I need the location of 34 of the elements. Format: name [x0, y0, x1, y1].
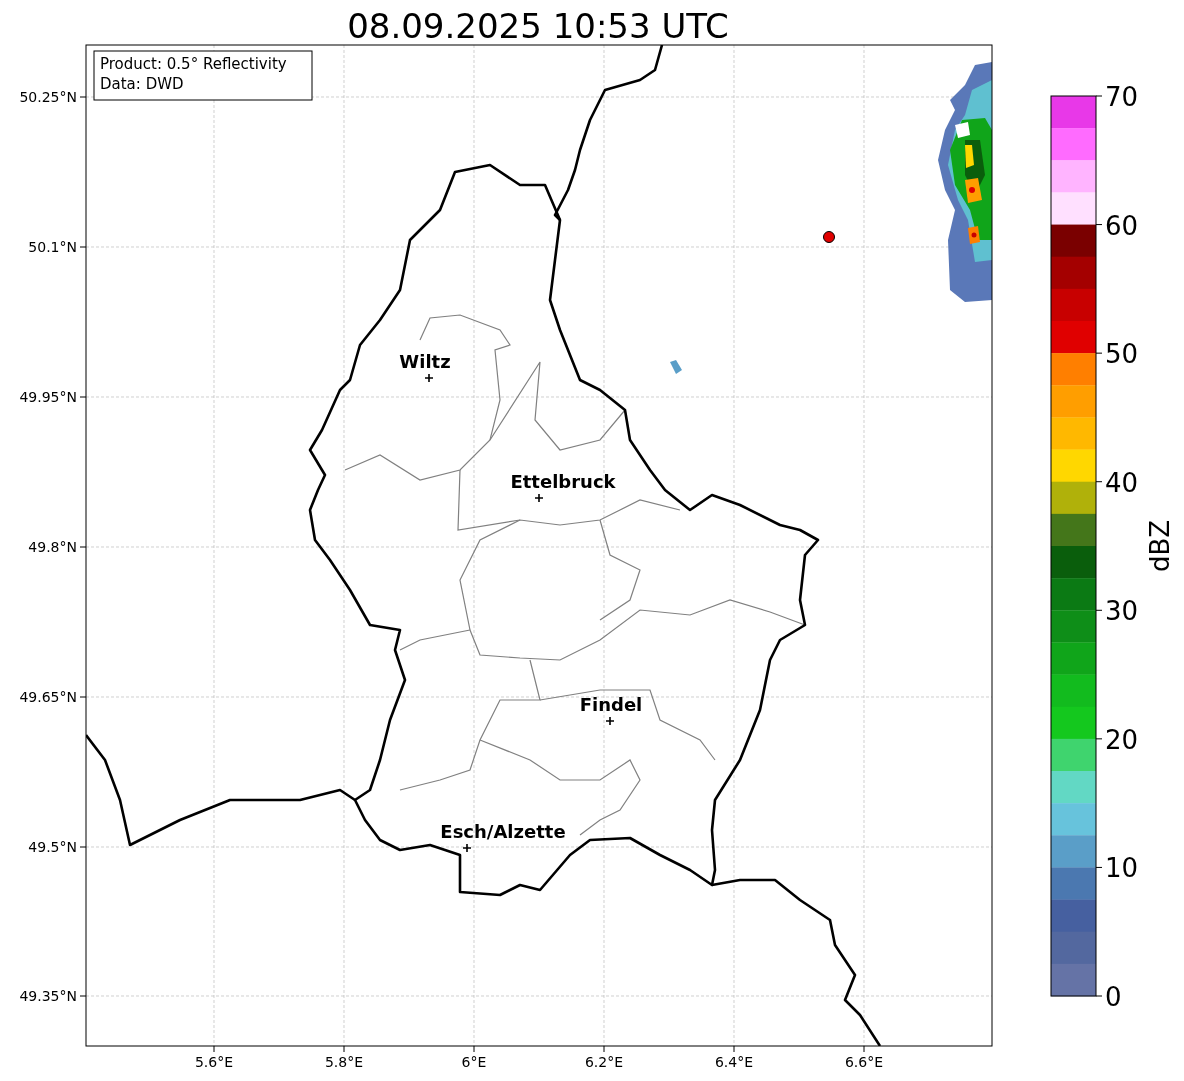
color-bar-tick-label: 60 [1105, 210, 1139, 241]
city-marker [424, 373, 434, 383]
latitude-label: 49.65°N [19, 689, 77, 705]
color-bar-tick-label: 20 [1105, 724, 1139, 755]
longitude-label: 5.6°E [194, 1054, 234, 1070]
city-marker [462, 843, 472, 853]
longitude-label: 6°E [461, 1054, 487, 1070]
longitude-label: 5.8°E [324, 1054, 364, 1070]
info-text: Product: 0.5° Reflectivity [100, 55, 287, 73]
city-label: Ettelbruck [510, 471, 616, 492]
latitude-label: 50.25°N [19, 89, 77, 105]
color-bar-tick-label: 0 [1105, 982, 1122, 1012]
latitude-label: 49.8°N [28, 539, 77, 555]
latitude-label: 49.35°N [19, 988, 77, 1004]
longitude-label: 6.2°E [584, 1054, 624, 1070]
color-bar-tick-label: 40 [1105, 467, 1139, 498]
latitude-label: 50.1°N [28, 239, 77, 255]
color-bar-tick-label: 10 [1105, 853, 1139, 884]
longitude-label: 6.4°E [714, 1054, 754, 1070]
city-label: Wiltz [399, 351, 451, 372]
latitude-label: 49.5°N [28, 839, 77, 855]
city-label: Esch/Alzette [440, 821, 566, 842]
city-marker [605, 716, 615, 726]
info-text: Data: DWD [100, 75, 184, 93]
chart-title: 08.09.2025 10:53 UTC [347, 6, 729, 46]
color-bar-tick-label: 30 [1105, 596, 1139, 627]
city-label: Findel [579, 694, 643, 715]
radar-site-marker [823, 231, 835, 243]
latitude-label: 49.95°N [19, 389, 77, 405]
city-marker [534, 493, 544, 503]
color-bar-tick-label: 50 [1105, 339, 1139, 370]
longitude-label: 6.6°E [844, 1054, 884, 1070]
color-bar-title: dBZ [1145, 519, 1175, 573]
color-bar-tick-label: 70 [1105, 82, 1139, 112]
